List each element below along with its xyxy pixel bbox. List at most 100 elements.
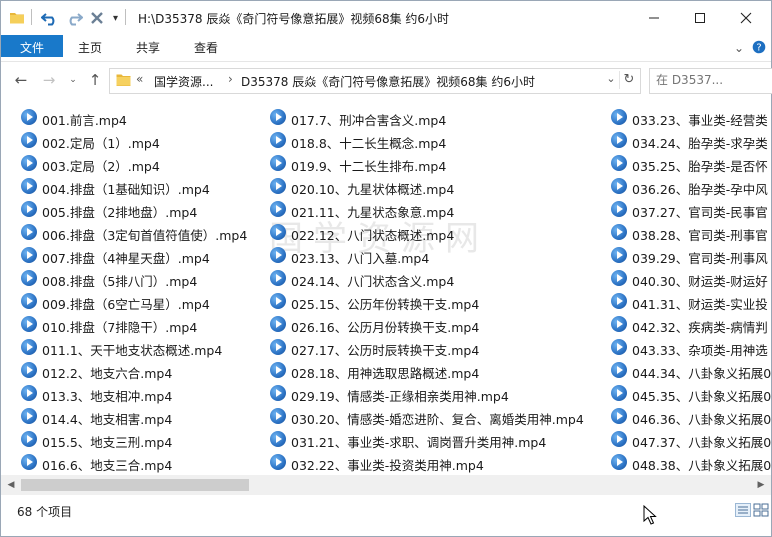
address-row: ← → ⌄ ↑ « 国学资源... › D35378 辰焱《奇门符号像意拓展》视…	[1, 63, 772, 97]
file-list: 国学资源网 001.前言.mp4 002.定局（1）.mp4 003.定局（2）.m…	[1, 99, 771, 475]
file-item[interactable]: 037.27、官司类-民事官	[611, 199, 771, 221]
file-name: 029.19、情感类-正缘相亲类用神.mp4	[291, 389, 509, 404]
file-item[interactable]: 030.20、情感类-婚恋进阶、复合、离婚类用神.mp4	[270, 406, 600, 428]
breadcrumb-item-current[interactable]: D35378 辰焱《奇门符号像意拓展》视频68集 约6小时	[241, 73, 535, 90]
tab-file[interactable]: 文件	[1, 35, 63, 57]
video-file-icon	[21, 178, 37, 194]
video-file-icon	[21, 431, 37, 447]
undo-icon[interactable]	[41, 9, 59, 27]
tab-home[interactable]: 主页	[67, 35, 113, 61]
customize-qa-dropdown-icon[interactable]: ▾	[113, 9, 118, 27]
maximize-button[interactable]	[677, 1, 723, 35]
video-file-icon	[21, 132, 37, 148]
file-name: 033.23、事业类-经营类	[632, 113, 768, 128]
file-name: 031.21、事业类-求职、调岗晋升类用神.mp4	[291, 435, 547, 450]
file-item[interactable]: 046.36、八卦象义拓展0	[611, 406, 771, 428]
expand-ribbon-icon[interactable]: ⌄	[731, 40, 747, 56]
video-file-icon	[270, 362, 286, 378]
video-file-icon	[270, 316, 286, 332]
large-icons-view-icon[interactable]	[753, 503, 769, 517]
video-file-icon	[270, 224, 286, 240]
quick-access-folder-icon[interactable]	[9, 9, 25, 27]
file-item[interactable]: 018.8、十二长生概念.mp4	[270, 130, 600, 152]
file-item[interactable]: 019.9、十二长生排布.mp4	[270, 153, 600, 175]
file-item[interactable]: 045.35、八卦象义拓展0	[611, 383, 771, 405]
back-button[interactable]: ←	[11, 71, 31, 89]
tab-view[interactable]: 查看	[183, 35, 229, 61]
breadcrumb-overflow[interactable]: «	[136, 72, 143, 86]
file-item[interactable]: 048.38、八卦象义拓展0	[611, 452, 771, 474]
search-box[interactable]	[649, 68, 772, 94]
video-file-icon	[611, 339, 627, 355]
file-name: 025.15、公历年份转换干支.mp4	[291, 297, 480, 312]
help-icon[interactable]: ?	[751, 40, 767, 56]
video-file-icon	[21, 316, 37, 332]
file-name: 044.34、八卦象义拓展0	[632, 366, 771, 381]
file-item[interactable]: 041.31、财运类-实业投	[611, 291, 771, 313]
forward-button[interactable]: →	[39, 71, 59, 89]
video-file-icon	[270, 201, 286, 217]
video-file-icon	[21, 224, 37, 240]
file-name: 019.9、十二长生排布.mp4	[291, 159, 447, 174]
file-item[interactable]: 039.29、官司类-刑事风	[611, 245, 771, 267]
file-item[interactable]: 017.7、刑冲合害含义.mp4	[270, 107, 600, 129]
file-item[interactable]: 026.16、公历月份转换干支.mp4	[270, 314, 600, 336]
file-item[interactable]: 044.34、八卦象义拓展0	[611, 360, 771, 382]
file-name: 023.13、八门入墓.mp4	[291, 251, 430, 266]
tab-share[interactable]: 共享	[125, 35, 171, 61]
file-name: 018.8、十二长生概念.mp4	[291, 136, 447, 151]
search-input[interactable]	[656, 72, 766, 88]
video-file-icon	[21, 339, 37, 355]
redo-icon[interactable]	[65, 9, 83, 27]
minimize-button[interactable]	[631, 1, 677, 35]
file-item[interactable]: 021.11、九星状态象意.mp4	[270, 199, 600, 221]
file-item[interactable]: 034.24、胎孕类-求孕类	[611, 130, 771, 152]
address-bar[interactable]: « 国学资源... › D35378 辰焱《奇门符号像意拓展》视频68集 约6小…	[109, 68, 641, 94]
close-button[interactable]	[723, 1, 769, 35]
recent-locations-dropdown-icon[interactable]: ⌄	[63, 71, 83, 89]
file-item[interactable]: 029.19、情感类-正缘相亲类用神.mp4	[270, 383, 600, 405]
file-item[interactable]: 023.13、八门入墓.mp4	[270, 245, 600, 267]
file-item[interactable]: 032.22、事业类-投资类用神.mp4	[270, 452, 600, 474]
file-item[interactable]: 031.21、事业类-求职、调岗晋升类用神.mp4	[270, 429, 600, 451]
qa-divider	[31, 9, 32, 25]
file-name: 016.6、地支三合.mp4	[42, 458, 173, 473]
horizontal-scrollbar[interactable]: ◀ ▶	[1, 475, 771, 495]
file-item[interactable]: 038.28、官司类-刑事官	[611, 222, 771, 244]
file-name: 013.3、地支相冲.mp4	[42, 389, 173, 404]
file-item[interactable]: 024.14、八门状态含义.mp4	[270, 268, 600, 290]
file-item[interactable]: 033.23、事业类-经营类	[611, 107, 771, 129]
file-item[interactable]: 022.12、八门状态概述.mp4	[270, 222, 600, 244]
file-name: 003.定局（2）.mp4	[42, 159, 160, 174]
file-item[interactable]: 036.26、胎孕类-孕中风	[611, 176, 771, 198]
file-item[interactable]: 047.37、八卦象义拓展0	[611, 429, 771, 451]
video-file-icon	[270, 454, 286, 470]
breadcrumb-chevron-icon[interactable]: ›	[228, 72, 233, 86]
file-item[interactable]: 043.33、杂项类-用神选	[611, 337, 771, 359]
file-item[interactable]: 028.18、用神选取思路概述.mp4	[270, 360, 600, 382]
scroll-left-icon[interactable]: ◀	[3, 477, 19, 493]
ribbon-tabs: 文件 主页 共享 查看 ⌄ ?	[1, 35, 771, 62]
details-view-icon[interactable]	[735, 503, 751, 517]
refresh-icon[interactable]: ↻	[619, 71, 638, 89]
video-file-icon	[21, 408, 37, 424]
file-item[interactable]: 020.10、九星状体概述.mp4	[270, 176, 600, 198]
scroll-right-icon[interactable]: ▶	[753, 477, 769, 493]
folder-icon	[116, 74, 131, 86]
file-name: 015.5、地支三刑.mp4	[42, 435, 173, 450]
file-item[interactable]: 027.17、公历时辰转换干支.mp4	[270, 337, 600, 359]
video-file-icon	[21, 385, 37, 401]
up-button[interactable]: ↑	[85, 71, 105, 89]
breadcrumb-item[interactable]: 国学资源...	[154, 73, 213, 90]
address-dropdown-icon[interactable]: ⌄	[604, 72, 618, 85]
file-item[interactable]: 025.15、公历年份转换干支.mp4	[270, 291, 600, 313]
file-name: 014.4、地支相害.mp4	[42, 412, 173, 427]
file-name: 020.10、九星状体概述.mp4	[291, 182, 455, 197]
delete-icon[interactable]	[89, 9, 105, 27]
scrollbar-thumb[interactable]	[21, 479, 249, 491]
video-file-icon	[21, 293, 37, 309]
file-name: 041.31、财运类-实业投	[632, 297, 768, 312]
file-item[interactable]: 042.32、疾病类-病情判	[611, 314, 771, 336]
file-item[interactable]: 035.25、胎孕类-是否怀	[611, 153, 771, 175]
file-item[interactable]: 040.30、财运类-财运好	[611, 268, 771, 290]
